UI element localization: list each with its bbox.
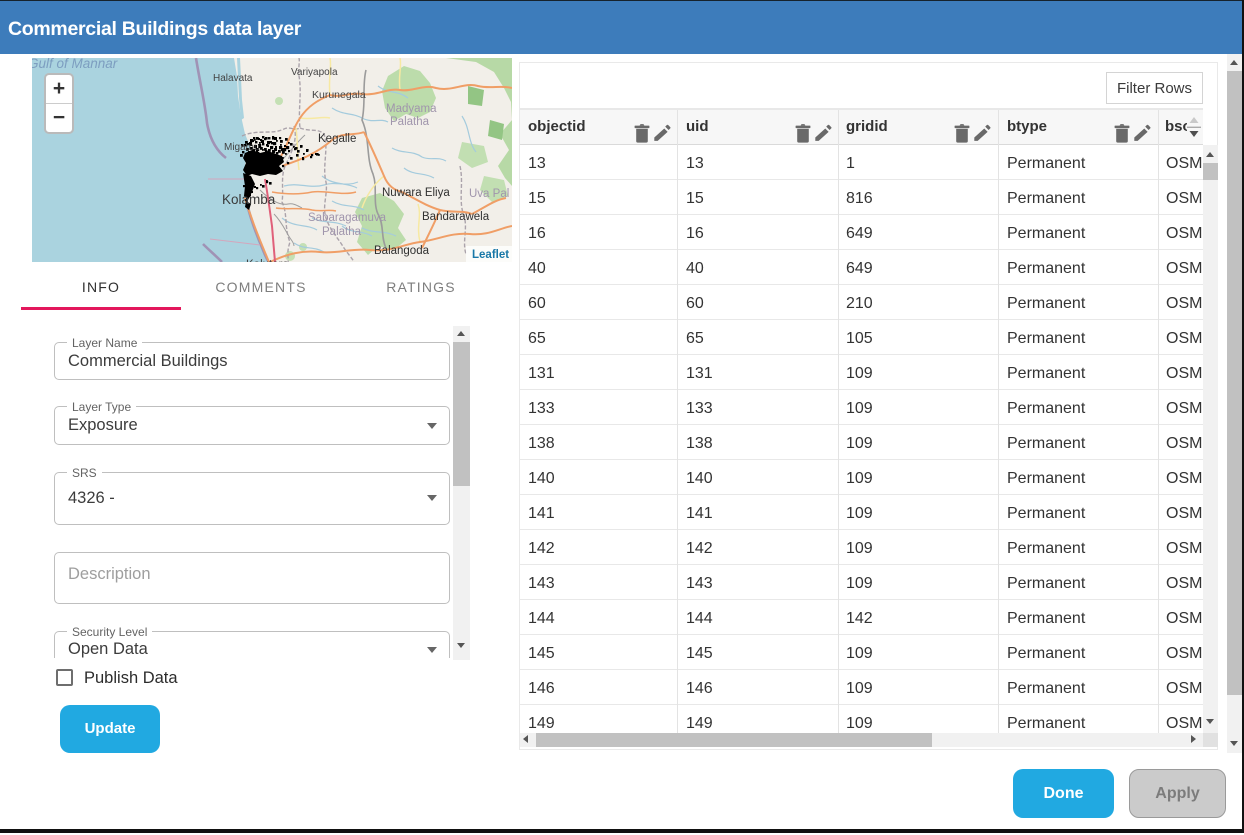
svg-text:Madyama: Madyama (386, 103, 437, 115)
svg-text:Migamu: Migamu (224, 142, 260, 153)
svg-text:Balangoda: Balangoda (374, 245, 430, 257)
svg-text:Palatha: Palatha (390, 116, 430, 128)
svg-text:Sabaragamuva: Sabaragamuva (308, 212, 387, 224)
svg-text:Nuwara Eliya: Nuwara Eliya (382, 187, 450, 199)
svg-text:Kurunegala: Kurunegala (312, 89, 366, 101)
svg-text:Kalutara: Kalutara (246, 259, 289, 262)
svg-text:Bandarawela: Bandarawela (422, 211, 490, 223)
svg-text:Uva Pal: Uva Pal (469, 188, 509, 200)
svg-text:Kolamba: Kolamba (222, 192, 276, 207)
svg-text:Kegalle: Kegalle (318, 133, 356, 145)
svg-text:Gulf of Mannar: Gulf of Mannar (32, 58, 118, 71)
svg-text:Leaflet: Leaflet (472, 249, 509, 261)
svg-text:Palatha: Palatha (322, 226, 362, 238)
svg-text:Halavata: Halavata (213, 73, 253, 84)
svg-text:Variyapola: Variyapola (291, 67, 338, 78)
